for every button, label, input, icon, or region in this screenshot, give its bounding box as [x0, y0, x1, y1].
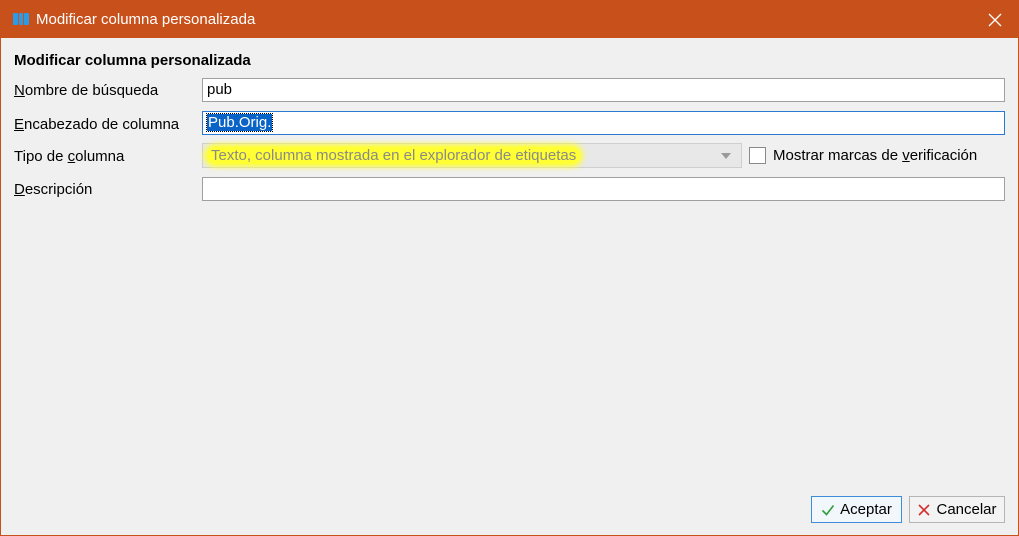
ok-button[interactable]: Aceptar [811, 496, 902, 523]
column-type-select[interactable]: Texto, columna mostrada en el explorador… [202, 143, 742, 168]
checkmark-icon [822, 504, 835, 516]
close-button[interactable] [972, 1, 1018, 38]
ok-button-label: Aceptar [840, 501, 892, 518]
close-icon [988, 13, 1002, 26]
chevron-down-icon [721, 153, 731, 159]
description-input[interactable] [202, 177, 1005, 201]
column-type-value: Texto, columna mostrada en el explorador… [207, 147, 581, 164]
column-heading-input[interactable]: Pub.Orig. [202, 111, 1005, 135]
cancel-button[interactable]: Cancelar [909, 496, 1005, 523]
form-heading: Modificar columna personalizada [14, 52, 251, 69]
dialog-window: Modificar columna personalizada Modifica… [0, 0, 1019, 536]
cancel-x-icon [918, 503, 931, 516]
lookup-name-input[interactable]: pub [202, 78, 1005, 102]
title-bar[interactable]: Modificar columna personalizada [1, 1, 1018, 38]
cancel-button-label: Cancelar [936, 501, 997, 518]
show-checkmarks-label[interactable]: Mostrar marcas de verificación [773, 147, 977, 164]
lookup-name-label: Nombre de búsqueda [14, 82, 159, 99]
window-title: Modificar columna personalizada [36, 11, 256, 28]
column-heading-label: Encabezado de columna [14, 116, 180, 133]
columns-icon [13, 13, 30, 25]
show-checkmarks-checkbox[interactable] [749, 147, 766, 164]
description-label: Descripción [14, 181, 93, 198]
column-type-label: Tipo de columna [14, 148, 125, 165]
